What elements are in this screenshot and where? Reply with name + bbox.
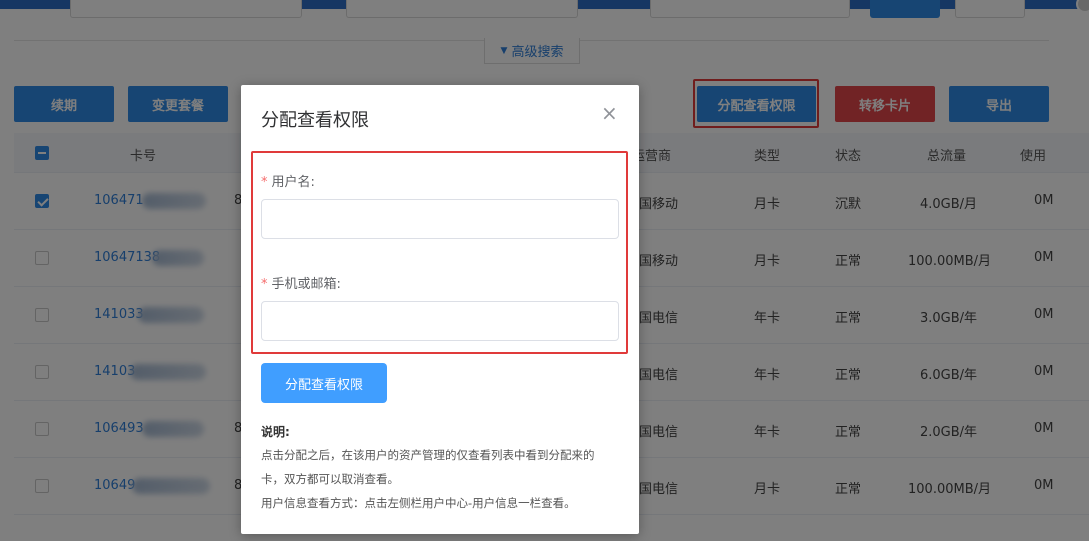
assign-view-dialog: 分配查看权限 × * 用户名: * 手机或邮箱: 分配查看权限 说明: 点击分配之后…: [241, 85, 639, 534]
note-line-3: 用户信息查看方式：点击左侧栏用户中心-用户信息一栏查看。: [261, 496, 576, 510]
contact-label-text: 手机或邮箱:: [271, 277, 341, 292]
assign-view-submit-button[interactable]: 分配查看权限: [261, 363, 387, 403]
note-line-2: 卡，双方都可以取消查看。: [261, 472, 399, 486]
required-mark: *: [261, 175, 268, 190]
username-label: * 用户名:: [261, 171, 315, 190]
dialog-title: 分配查看权限: [261, 110, 369, 131]
note-line-1: 点击分配之后，在该用户的资产管理的仅查看列表中看到分配来的: [261, 448, 595, 462]
phone-or-email-input[interactable]: [261, 301, 619, 341]
note-title: 说明:: [261, 425, 290, 439]
contact-label: * 手机或邮箱:: [261, 273, 341, 292]
username-input[interactable]: [261, 199, 619, 239]
close-icon[interactable]: ×: [601, 103, 618, 123]
required-mark: *: [261, 277, 268, 292]
username-label-text: 用户名:: [271, 175, 315, 190]
